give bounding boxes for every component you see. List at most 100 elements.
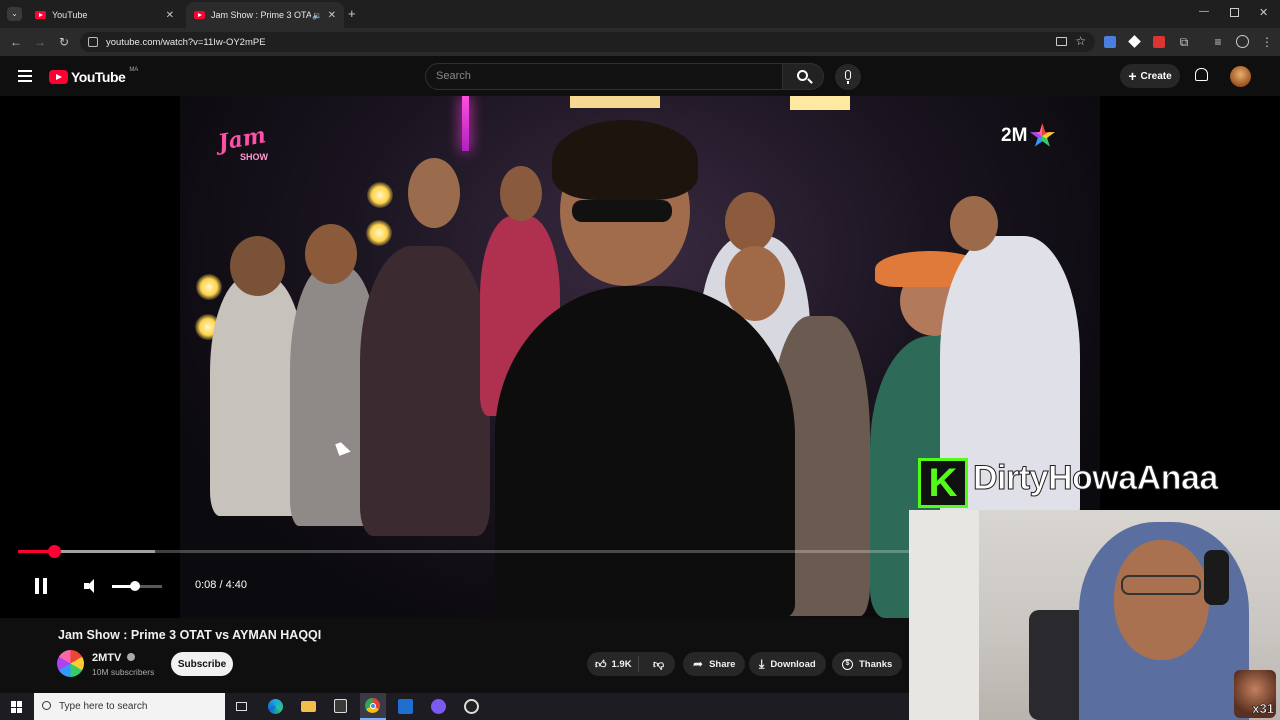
webcam-feed: x31 <box>909 510 1280 720</box>
extension-red-icon[interactable] <box>1153 36 1165 48</box>
edge-browser-icon[interactable] <box>268 699 283 714</box>
close-tab-icon[interactable]: ✕ <box>166 10 174 21</box>
download-label: Download <box>770 658 816 670</box>
thanks-icon: $ <box>842 658 853 670</box>
volume-slider-handle[interactable] <box>129 581 140 591</box>
2m-channel-watermark: 2M <box>1001 123 1055 149</box>
country-code: MA <box>129 67 139 73</box>
install-app-icon[interactable] <box>1056 37 1067 46</box>
crowd-head <box>950 196 998 251</box>
emote-badge-count: x31 <box>1252 701 1274 717</box>
translate-extension-icon[interactable] <box>1104 36 1116 48</box>
create-button[interactable]: + Create <box>1120 64 1180 88</box>
thumbs-down-icon: 👎︎ <box>653 658 665 671</box>
streamer-name: DirtyHowaAnaa <box>973 459 1219 498</box>
plus-icon: + <box>1128 68 1137 84</box>
like-dislike-group: 👍︎ 1.9K 👎︎ <box>587 652 675 676</box>
obs-icon[interactable] <box>464 699 479 714</box>
new-tab-icon[interactable]: + <box>348 6 356 21</box>
crowd-head <box>725 192 775 252</box>
windows-start-icon[interactable] <box>11 701 23 713</box>
emote-badge: x31 <box>1234 670 1276 718</box>
notifications-bell-icon[interactable] <box>1195 68 1208 81</box>
stage-bulb <box>367 182 393 208</box>
share-arrow-icon: ➦ <box>693 657 704 671</box>
tab-jam-show[interactable]: Jam Show : Prime 3 OTAT v 🔉 ✕ <box>186 2 344 28</box>
restore-icon[interactable] <box>1230 8 1239 17</box>
minimize-icon[interactable]: — <box>1199 6 1209 17</box>
dislike-button[interactable]: 👎︎ <box>645 658 664 671</box>
discord-icon[interactable] <box>431 699 446 714</box>
like-button[interactable]: 👍︎ 1.9K <box>587 656 639 672</box>
profile-icon[interactable] <box>1236 35 1249 48</box>
progress-scrubber-handle[interactable] <box>48 545 62 558</box>
search-button[interactable] <box>782 63 824 90</box>
jam-watermark-text: Jam <box>216 122 268 157</box>
tab-youtube[interactable]: YouTube ✕ <box>27 2 182 28</box>
channel-name-text: 2MTV <box>92 652 122 664</box>
verified-badge-icon <box>127 653 136 661</box>
bookmark-star-icon[interactable]: ☆ <box>1075 34 1086 48</box>
extensions-puzzle-icon[interactable]: ⧉ <box>1177 35 1191 49</box>
voice-search-button[interactable] <box>835 64 861 90</box>
address-bar[interactable]: youtube.com/watch?v=11Iw-OY2mPE ☆ <box>80 32 1095 52</box>
tab-label: Jam Show : Prime 3 OTAT v <box>211 10 311 20</box>
outlook-icon[interactable] <box>398 699 413 714</box>
task-view-icon[interactable] <box>236 702 247 711</box>
subscriber-count: 10M subscribers <box>92 667 155 677</box>
show-watermark-text: SHOW <box>240 152 268 162</box>
windows-taskbar: Type here to search <box>0 693 909 720</box>
microsoft-store-icon[interactable] <box>334 699 347 713</box>
tab-search-icon[interactable]: ⌄ <box>7 7 22 21</box>
stage-light-panel <box>790 96 850 110</box>
share-button[interactable]: ➦ Share <box>683 652 746 676</box>
forward-icon[interactable]: → <box>33 35 47 49</box>
pause-icon <box>35 578 39 594</box>
webcam-headphones <box>1204 550 1229 605</box>
subscribe-button[interactable]: Subscribe <box>171 652 233 676</box>
performer-hair <box>552 120 698 200</box>
kick-logo-letter: K <box>928 460 958 505</box>
create-label: Create <box>1140 70 1172 82</box>
microphone-icon <box>845 70 851 80</box>
speaker-icon[interactable]: 🔉 <box>312 11 322 20</box>
menu-kebab-icon[interactable]: ⋮ <box>1260 35 1274 49</box>
taskbar-search-placeholder: Type here to search <box>59 701 148 712</box>
webcam-person-face <box>1114 540 1209 660</box>
hamburger-menu-icon[interactable] <box>18 70 32 82</box>
webcam-glasses <box>1121 575 1201 595</box>
search-input[interactable]: Search <box>425 63 783 90</box>
close-window-icon[interactable]: ✕ <box>1259 6 1268 19</box>
video-title: Jam Show : Prime 3 OTAT vs AYMAN HAQQI <box>58 628 322 642</box>
user-avatar[interactable] <box>1230 66 1251 87</box>
chrome-taskbar-button[interactable] <box>360 693 386 720</box>
youtube-favicon-icon <box>194 11 205 19</box>
url-text: youtube.com/watch?v=11Iw-OY2mPE <box>106 36 266 48</box>
extension-diamond-icon[interactable] <box>1128 35 1141 48</box>
crowd-head <box>305 224 357 284</box>
volume-button[interactable] <box>84 579 100 593</box>
reload-icon[interactable]: ↻ <box>57 35 71 49</box>
stage-light-panel <box>570 96 660 108</box>
stage-bulb <box>196 274 222 300</box>
crowd-person <box>360 246 490 536</box>
download-button[interactable]: ⤓ Download <box>749 652 826 676</box>
pause-button[interactable] <box>32 577 50 595</box>
taskbar-search-input[interactable]: Type here to search <box>34 693 225 720</box>
2m-star-logo-icon <box>1029 123 1055 147</box>
2m-watermark-text: 2M <box>1001 125 1028 146</box>
thanks-label: Thanks <box>859 658 893 670</box>
channel-avatar[interactable] <box>57 650 84 677</box>
media-controls-icon[interactable]: ≡ <box>1211 35 1225 49</box>
thanks-button[interactable]: $ Thanks <box>832 652 903 676</box>
file-explorer-icon[interactable] <box>301 701 316 712</box>
channel-name[interactable]: 2MTV <box>92 652 136 664</box>
close-tab-icon[interactable]: ✕ <box>328 10 336 21</box>
site-info-icon[interactable] <box>88 37 98 47</box>
crowd-head <box>500 166 542 221</box>
streamer-name-banner: K DirtyHowaAnaa <box>915 455 1280 510</box>
neon-light-bar <box>462 96 469 151</box>
youtube-logo[interactable]: YouTube MA <box>49 67 139 85</box>
back-icon[interactable]: ← <box>9 35 23 49</box>
youtube-favicon-icon <box>35 11 46 19</box>
